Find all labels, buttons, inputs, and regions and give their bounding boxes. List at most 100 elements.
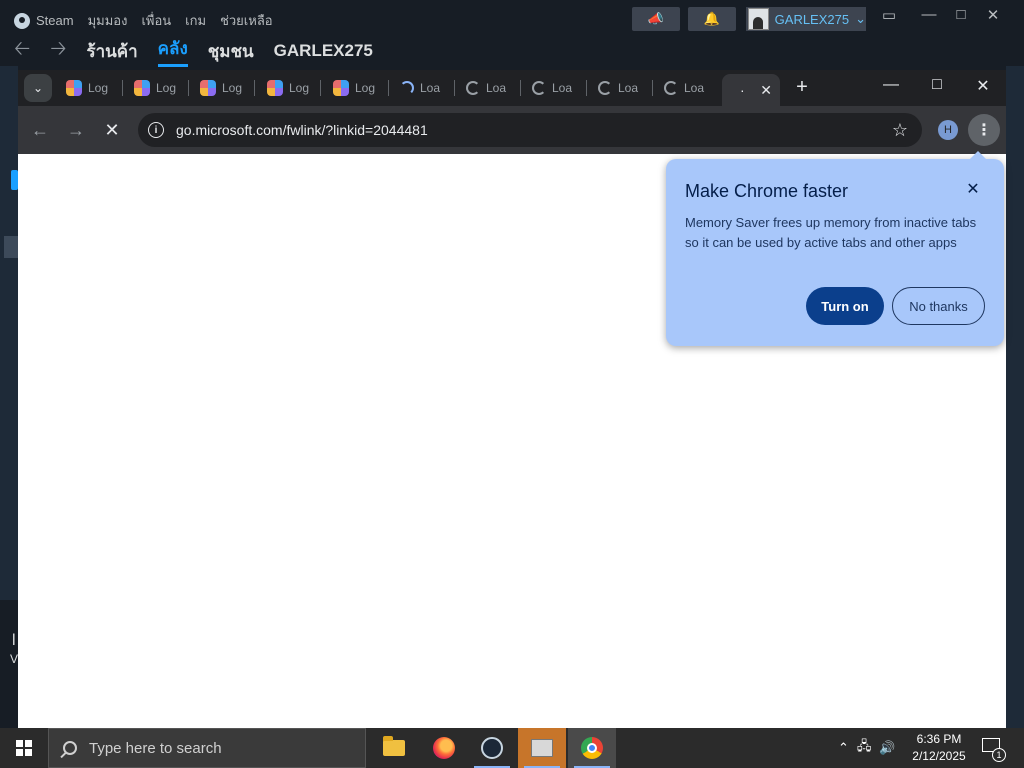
chrome-taskbar-button[interactable] bbox=[568, 728, 616, 768]
bookmark-star-icon[interactable]: ☆ bbox=[892, 120, 908, 141]
steam-sidebar-item[interactable] bbox=[4, 236, 18, 258]
arrow-left-icon: ← bbox=[31, 120, 49, 140]
chevron-up-icon[interactable]: ⌃ bbox=[838, 740, 849, 756]
steam-menu-steam[interactable]: Steam bbox=[14, 12, 74, 29]
steam-taskbar-button[interactable] bbox=[468, 728, 516, 768]
app-window-taskbar-button[interactable] bbox=[518, 728, 566, 768]
copilot-icon bbox=[200, 80, 216, 96]
system-tray: ⌃ 🖧 🔊 bbox=[838, 728, 896, 768]
volume-icon[interactable]: 🔊 bbox=[879, 740, 895, 756]
steam-nav-profile[interactable]: GARLEX275 bbox=[274, 41, 373, 61]
taskbar-search-box[interactable]: Type here to search bbox=[48, 728, 366, 768]
tab[interactable]: Loa bbox=[460, 75, 506, 101]
tab[interactable]: Loa bbox=[658, 75, 704, 101]
chrome-minimize-button[interactable]: — bbox=[876, 76, 906, 94]
no-thanks-button[interactable]: No thanks bbox=[892, 287, 985, 325]
steam-nav-store[interactable]: ร้านค้า bbox=[86, 38, 137, 65]
forward-button[interactable]: → bbox=[64, 118, 88, 142]
bubble-body: Memory Saver frees up memory from inacti… bbox=[685, 215, 977, 250]
chrome-toolbar: ← → ✕ i go.microsoft.com/fwlink/?linkid=… bbox=[18, 106, 1006, 154]
tab[interactable]: Log bbox=[261, 75, 309, 101]
firefox-icon bbox=[433, 737, 455, 759]
memory-saver-bubble: Make Chrome faster ✕ Memory Saver frees … bbox=[666, 151, 1004, 346]
copilot-icon bbox=[134, 80, 150, 96]
close-icon: ✕ bbox=[966, 181, 980, 198]
app-window-icon bbox=[531, 739, 553, 757]
chevron-down-icon: ⌄ bbox=[32, 81, 44, 95]
steam-right-edge bbox=[1006, 66, 1024, 728]
steam-username: GARLEX275 bbox=[774, 11, 850, 27]
close-icon: ✕ bbox=[104, 120, 120, 140]
steam-minimize-button[interactable]: — bbox=[916, 6, 942, 23]
copilot-icon bbox=[267, 80, 283, 96]
announcements-button[interactable]: 📣 bbox=[632, 7, 680, 31]
tab-search-button[interactable]: ⌄ bbox=[24, 74, 52, 102]
steam-sidebar-highlight bbox=[11, 170, 18, 190]
tab[interactable]: Log bbox=[194, 75, 242, 101]
steam-maximize-button[interactable]: □ bbox=[948, 6, 974, 23]
steam-account-button[interactable]: GARLEX275 ⌄ bbox=[746, 7, 866, 31]
taskbar-clock[interactable]: 6:36 PM 2/12/2025 bbox=[906, 731, 972, 765]
file-explorer-button[interactable] bbox=[370, 728, 418, 768]
chevron-down-icon: ⌄ bbox=[855, 11, 866, 26]
megaphone-icon: 📣 bbox=[647, 11, 665, 26]
search-icon bbox=[63, 741, 77, 755]
more-vertical-icon: ⋮ bbox=[976, 122, 992, 139]
chrome-close-button[interactable]: ✕ bbox=[968, 76, 998, 96]
steam-library-sidebar bbox=[0, 66, 18, 600]
address-bar[interactable]: i go.microsoft.com/fwlink/?linkid=204448… bbox=[138, 113, 922, 147]
steam-menu-bar: Steam มุมมอง เพื่อน เกม ช่วยเหลือ bbox=[14, 10, 273, 31]
arrow-right-icon: → bbox=[67, 120, 85, 140]
stop-loading-button[interactable]: ✕ bbox=[100, 118, 124, 142]
new-tab-button[interactable]: + bbox=[790, 76, 814, 99]
tab[interactable]: Log bbox=[60, 75, 108, 101]
turn-on-button[interactable]: Turn on bbox=[806, 287, 884, 325]
steam-logo-icon bbox=[14, 12, 30, 29]
tab[interactable]: Log bbox=[128, 75, 176, 101]
steam-close-button[interactable]: ✕ bbox=[980, 6, 1006, 24]
loading-spinner-icon bbox=[532, 81, 546, 95]
bubble-close-button[interactable]: ✕ bbox=[962, 179, 984, 201]
search-placeholder: Type here to search bbox=[89, 739, 222, 757]
network-icon[interactable]: 🖧 bbox=[857, 737, 872, 759]
chrome-maximize-button[interactable]: □ bbox=[922, 76, 952, 94]
tab[interactable]: Loa bbox=[526, 75, 572, 101]
steam-icon bbox=[481, 737, 503, 759]
steam-nav-library[interactable]: คลัง bbox=[157, 35, 188, 67]
clock-date: 2/12/2025 bbox=[912, 749, 966, 763]
steam-partial-text-2: V bbox=[10, 652, 19, 666]
steam-menu-help[interactable]: ช่วยเหลือ bbox=[220, 10, 273, 31]
notifications-button[interactable]: 🔔 bbox=[688, 7, 736, 31]
steam-forward-icon[interactable]: 🡢 bbox=[50, 34, 66, 68]
avatar bbox=[748, 8, 769, 30]
steam-nav: 🡠 🡢 ร้านค้า คลัง ชุมชน GARLEX275 bbox=[14, 34, 373, 68]
windows-logo-icon bbox=[16, 740, 32, 756]
loading-spinner-icon bbox=[400, 81, 414, 95]
steam-menu-friends[interactable]: เพื่อน bbox=[141, 10, 171, 31]
tab[interactable]: Loa bbox=[592, 75, 638, 101]
active-tab[interactable]: · ✕ bbox=[722, 74, 780, 106]
loading-dot-icon: · bbox=[740, 82, 745, 98]
steam-back-icon[interactable]: 🡠 bbox=[14, 34, 30, 68]
tab[interactable]: Log bbox=[327, 75, 375, 101]
steam-titlebar: Steam มุมมอง เพื่อน เกม ช่วยเหลือ 📣 🔔 GA… bbox=[0, 0, 1024, 36]
copilot-icon bbox=[66, 80, 82, 96]
loading-spinner-icon bbox=[664, 81, 678, 95]
url-text: go.microsoft.com/fwlink/?linkid=2044481 bbox=[176, 122, 428, 138]
steam-menu-view[interactable]: มุมมอง bbox=[88, 10, 128, 31]
steam-nav-community[interactable]: ชุมชน bbox=[208, 38, 254, 65]
firefox-button[interactable] bbox=[420, 728, 468, 768]
site-info-icon[interactable]: i bbox=[148, 122, 164, 138]
copilot-icon bbox=[333, 80, 349, 96]
tab-strip: ⌄ Log Log Log Log Log Loa Loa Loa Loa Lo… bbox=[18, 70, 1006, 106]
tab[interactable]: Loa bbox=[394, 75, 440, 101]
chrome-menu-button[interactable]: ⋮ bbox=[968, 114, 1000, 146]
close-icon[interactable]: ✕ bbox=[760, 82, 772, 99]
big-picture-icon[interactable]: ▭ bbox=[876, 6, 902, 24]
steam-menu-games[interactable]: เกม bbox=[185, 10, 206, 31]
back-button[interactable]: ← bbox=[28, 118, 52, 142]
bell-icon: 🔔 bbox=[703, 11, 721, 26]
action-center-button[interactable]: 1 bbox=[980, 736, 1006, 762]
profile-avatar[interactable]: H bbox=[938, 120, 958, 140]
start-button[interactable] bbox=[0, 728, 48, 768]
